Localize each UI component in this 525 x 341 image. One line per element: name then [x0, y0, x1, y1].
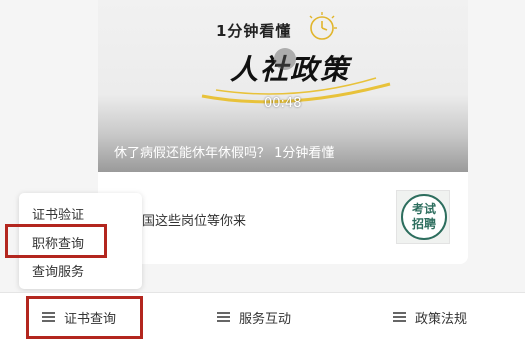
news-item-text[interactable]: 国这些岗位等你来	[142, 210, 246, 229]
highlight-box-menu-item	[5, 224, 107, 258]
clock-icon	[309, 12, 337, 40]
menu-icon	[393, 312, 406, 323]
tab-policy-regulations[interactable]: 政策法规	[393, 293, 467, 341]
stamp-line-1: 考试	[411, 202, 436, 216]
tab-service-interaction[interactable]: 服务互动	[217, 293, 291, 341]
play-icon[interactable]	[274, 48, 296, 70]
content-card: 1分钟看懂 人社政策 00:48 休了病假还能休年休假吗？ 1分钟看懂 国这些岗…	[98, 0, 468, 264]
popup-item-cert-verify[interactable]: 证书验证	[32, 204, 84, 223]
video-player[interactable]: 1分钟看懂 人社政策 00:48 休了病假还能休年休假吗？ 1分钟看懂	[98, 0, 468, 172]
tab-label: 政策法规	[415, 312, 468, 327]
menu-icon	[217, 312, 230, 323]
popup-item-query-service[interactable]: 查询服务	[32, 261, 84, 280]
highlight-box-tab	[26, 296, 143, 339]
video-time: 00:48	[264, 96, 302, 111]
stamp-line-2: 招聘	[411, 217, 436, 231]
exam-stamp-icon: 考试 招聘	[401, 194, 447, 240]
news-thumbnail[interactable]: 考试 招聘	[396, 190, 450, 244]
tab-label: 服务互动	[239, 312, 292, 327]
video-kicker: 1分钟看懂	[216, 22, 292, 40]
video-title[interactable]: 休了病假还能休年休假吗？ 1分钟看懂	[114, 142, 334, 161]
